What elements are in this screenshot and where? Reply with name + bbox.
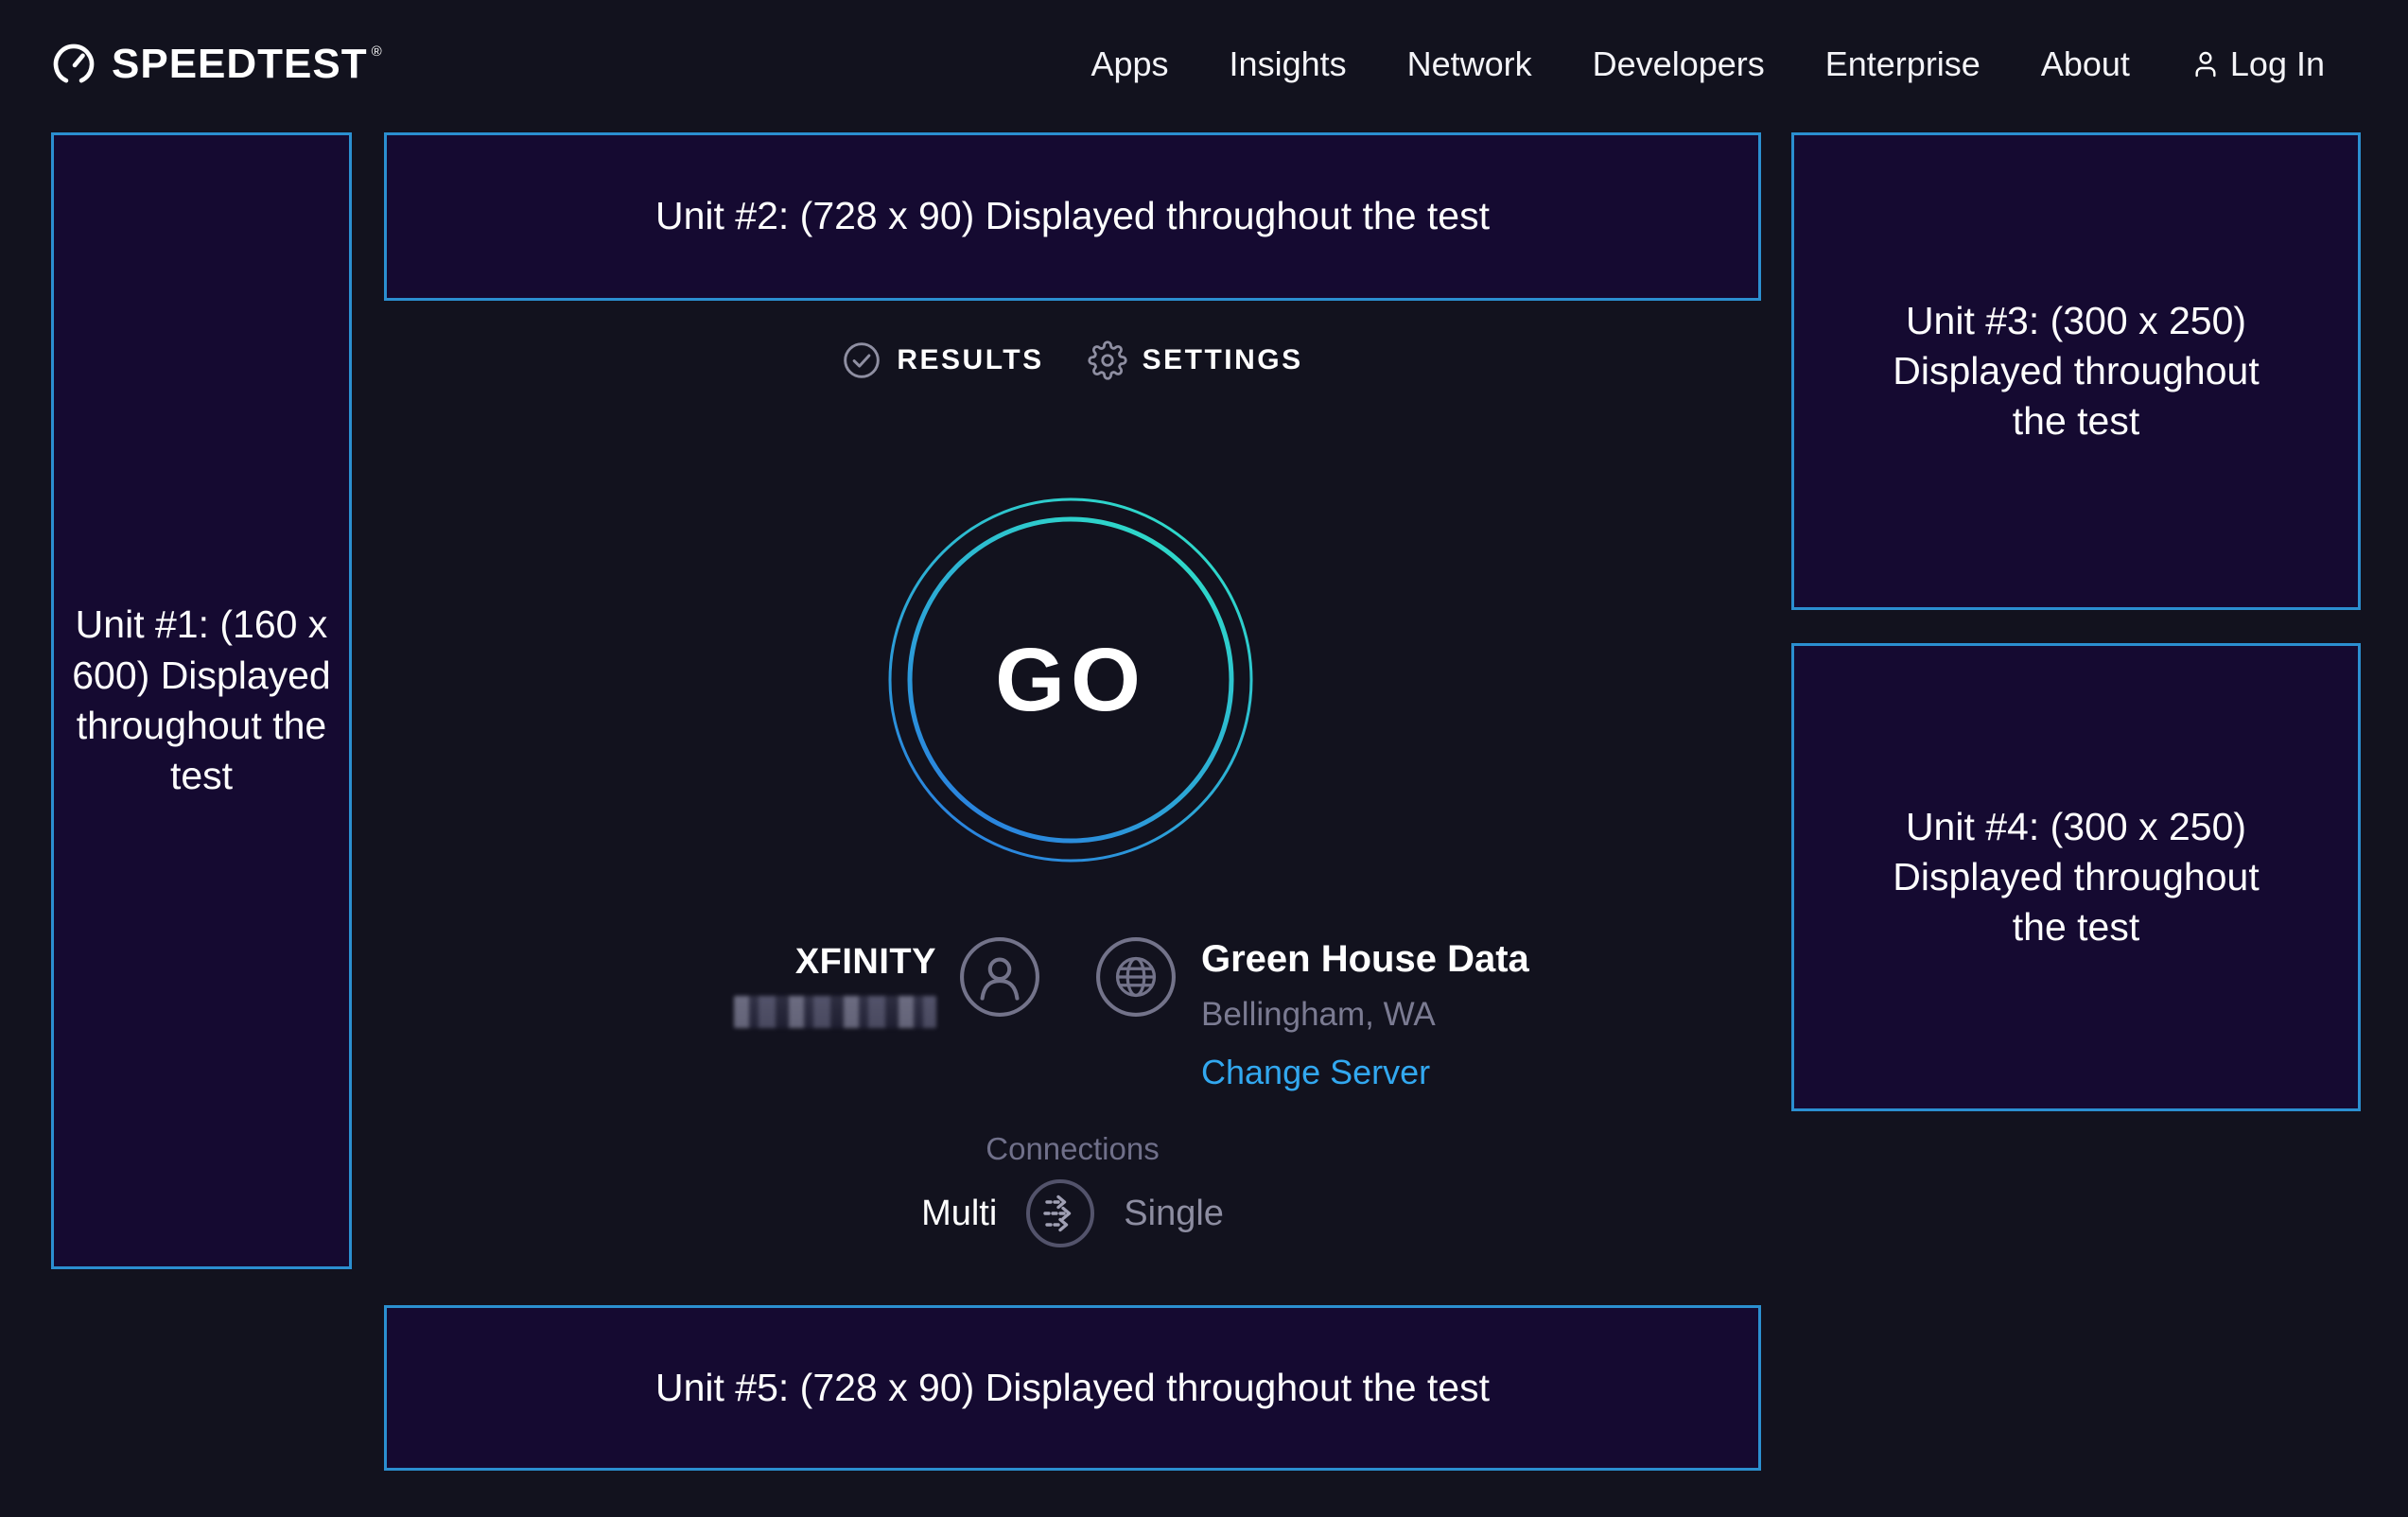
tab-results[interactable]: RESULTS [842, 340, 1043, 380]
nav-item-apps[interactable]: Apps [1091, 44, 1168, 84]
login-label: Log In [2230, 44, 2325, 84]
nav-item-developers[interactable]: Developers [1593, 44, 1765, 84]
server-text: Green House Data Bellingham, WA Change S… [1201, 938, 1529, 1092]
gauge-icon [51, 42, 96, 87]
connections-option-multi[interactable]: Multi [921, 1194, 997, 1234]
user-icon [2190, 49, 2221, 79]
go-button[interactable]: GO [886, 496, 1255, 864]
connections-toggle-row: Multi Single [384, 1178, 1761, 1248]
ad-unit-1: Unit #1: (160 x 600) Displayed throughou… [51, 132, 352, 1269]
isp-name: XFINITY [795, 942, 936, 983]
change-server-link[interactable]: Change Server [1201, 1053, 1529, 1092]
ad-unit-4: Unit #4: (300 x 250) Displayed throughou… [1791, 643, 2361, 1111]
ad-unit-3: Unit #3: (300 x 250) Displayed throughou… [1791, 132, 2361, 610]
ad-unit-5: Unit #5: (728 x 90) Displayed throughout… [384, 1305, 1761, 1471]
redacted-ip [734, 996, 936, 1028]
tab-settings-label: SETTINGS [1143, 344, 1303, 376]
gear-icon [1088, 340, 1127, 380]
ad-unit-5-label: Unit #5: (728 x 90) Displayed throughout… [655, 1363, 1490, 1413]
globe-icon [1095, 936, 1177, 1018]
ad-unit-3-label: Unit #3: (300 x 250) Displayed throughou… [1874, 296, 2278, 447]
nav-item-enterprise[interactable]: Enterprise [1825, 44, 1980, 84]
person-icon [959, 936, 1040, 1018]
nav-item-network[interactable]: Network [1407, 44, 1532, 84]
connections-option-single[interactable]: Single [1124, 1194, 1224, 1234]
isp-text: XFINITY [734, 942, 936, 1028]
go-label: GO [886, 496, 1255, 864]
multi-arrows-icon [1025, 1178, 1095, 1248]
ad-unit-2: Unit #2: (728 x 90) Displayed throughout… [384, 132, 1761, 301]
ad-unit-4-label: Unit #4: (300 x 250) Displayed throughou… [1874, 802, 2278, 953]
nav-item-about[interactable]: About [2041, 44, 2130, 84]
logo-text: SPEEDTEST [112, 41, 368, 88]
connections-toggle-button[interactable] [1025, 1178, 1095, 1248]
header: SPEEDTEST ® Apps Insights Network Develo… [0, 0, 2408, 129]
server-location: Bellingham, WA [1201, 996, 1529, 1034]
login-link[interactable]: Log In [2190, 44, 2325, 84]
main-nav: Apps Insights Network Developers Enterpr… [1091, 44, 2325, 84]
nav-item-insights[interactable]: Insights [1230, 44, 1347, 84]
server-name: Green House Data [1201, 938, 1529, 981]
connections-label: Connections [384, 1131, 1761, 1167]
isp-info: XFINITY [734, 936, 1040, 1028]
speedtest-page: SPEEDTEST ® Apps Insights Network Develo… [0, 0, 2408, 1517]
tab-results-label: RESULTS [897, 344, 1043, 376]
logo-trademark: ® [372, 44, 382, 60]
tabs-row: RESULTS SETTINGS [384, 340, 1761, 380]
ad-unit-2-label: Unit #2: (728 x 90) Displayed throughout… [655, 191, 1490, 241]
ad-unit-1-label: Unit #1: (160 x 600) Displayed throughou… [69, 600, 334, 801]
server-info: Green House Data Bellingham, WA Change S… [1095, 936, 1529, 1092]
check-circle-icon [842, 340, 881, 380]
tab-settings[interactable]: SETTINGS [1088, 340, 1303, 380]
speedtest-logo[interactable]: SPEEDTEST ® [51, 41, 382, 88]
